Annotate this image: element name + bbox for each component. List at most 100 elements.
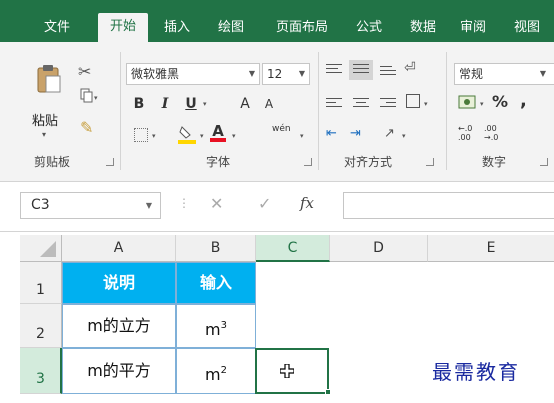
font-launcher-icon[interactable] (304, 158, 312, 166)
cut-icon[interactable]: ✂ (78, 62, 91, 81)
tab-review[interactable]: 审阅 (448, 14, 498, 42)
ribbon-tab-bar: 文件 开始 插入 绘图 页面布局 公式 数据 审阅 视图 (0, 0, 554, 42)
merge-dropdown-icon[interactable]: ▾ (424, 100, 428, 108)
chevron-down-icon: ▼ (248, 69, 255, 78)
column-header-a[interactable]: A (62, 235, 176, 262)
table-cell[interactable]: m的立方 (62, 304, 176, 348)
table-header-cell[interactable]: 输入 (176, 262, 256, 304)
row-header-2[interactable]: 2 (20, 304, 62, 348)
fill-dropdown-icon[interactable]: ▾ (200, 132, 204, 140)
align-middle-icon[interactable] (353, 64, 369, 76)
shrink-font-button[interactable]: A (260, 94, 278, 114)
chevron-down-icon: ▼ (298, 69, 305, 78)
ribbon: 粘贴 ▾ ✂ ▾ ✎ 剪贴板 微软雅黑 ▼ 12 ▼ B I U ▾ A A ▾… (0, 42, 554, 182)
chevron-down-icon: ▼ (539, 69, 546, 78)
increase-decimal-button[interactable]: ←.0 .00 (458, 124, 472, 142)
accounting-format-icon[interactable] (458, 94, 476, 110)
formula-bar-grip-icon: ⋮ (178, 196, 190, 210)
group-divider (318, 52, 319, 170)
align-left-icon[interactable] (326, 98, 342, 110)
cell-base-text: m (205, 365, 221, 384)
orientation-dropdown-icon[interactable]: ▾ (402, 132, 406, 140)
row-header-1[interactable]: 1 (20, 262, 62, 304)
cancel-icon[interactable]: ✕ (210, 194, 223, 213)
column-header-e[interactable]: E (428, 235, 554, 262)
group-divider (120, 52, 121, 170)
bold-button[interactable]: B (130, 94, 148, 114)
percent-button[interactable]: % (492, 92, 508, 111)
comma-button[interactable]: , (520, 90, 527, 111)
tab-file[interactable]: 文件 (32, 14, 82, 42)
select-all-button[interactable] (20, 235, 62, 262)
tab-view[interactable]: 视图 (502, 14, 552, 42)
insert-function-icon[interactable]: fx (300, 194, 314, 212)
tab-insert[interactable]: 插入 (152, 14, 202, 42)
copy-icon[interactable]: ▾ (80, 88, 98, 104)
font-group-label: 字体 (206, 155, 231, 169)
grow-font-button[interactable]: A (236, 94, 254, 114)
phonetic-dropdown-icon[interactable]: ▾ (300, 132, 304, 140)
borders-icon[interactable] (134, 128, 148, 142)
enter-icon[interactable]: ✓ (258, 194, 271, 213)
font-color-icon[interactable]: A (210, 122, 226, 144)
clipboard-group-label: 剪贴板 (34, 155, 71, 169)
paste-icon (36, 64, 62, 94)
formula-input[interactable] (343, 192, 554, 219)
borders-dropdown-icon[interactable]: ▾ (152, 132, 156, 140)
wrap-text-icon[interactable]: ⏎ (404, 60, 416, 76)
alignment-group-label: 对齐方式 (344, 155, 393, 169)
italic-button[interactable]: I (156, 94, 174, 114)
number-format-value: 常规 (459, 67, 484, 81)
table-cell[interactable]: m2 (176, 348, 256, 394)
column-header-d[interactable]: D (330, 235, 428, 262)
paste-dropdown-icon[interactable]: ▾ (42, 130, 46, 139)
svg-text:▾: ▾ (94, 94, 98, 102)
decrease-indent-icon[interactable]: ⇤ (326, 126, 337, 141)
cell-base-text: m (205, 320, 221, 339)
orientation-icon[interactable]: ↗ (384, 126, 395, 141)
paste-button[interactable]: 粘贴 (32, 110, 58, 129)
font-size-value: 12 (267, 67, 283, 81)
fill-handle[interactable] (325, 389, 331, 395)
chevron-down-icon[interactable]: ▼ (146, 193, 152, 218)
watermark-text: 最需教育 (432, 360, 520, 384)
table-header-cell[interactable]: 说明 (62, 262, 176, 304)
fill-color-icon[interactable] (178, 124, 196, 144)
accounting-dropdown-icon[interactable]: ▾ (480, 100, 484, 108)
alignment-launcher-icon[interactable] (426, 158, 434, 166)
align-center-icon[interactable] (353, 98, 369, 110)
cell-exponent: 2 (220, 365, 227, 376)
font-color-dropdown-icon[interactable]: ▾ (232, 132, 236, 140)
tab-page-layout[interactable]: 页面布局 (260, 14, 344, 42)
phonetic-icon[interactable]: wén (272, 124, 291, 134)
decrease-decimal-button[interactable]: .00 →.0 (484, 124, 498, 142)
table-cell[interactable]: m3 (176, 304, 256, 348)
cell-exponent: 3 (220, 320, 227, 331)
underline-button[interactable]: U (182, 94, 200, 114)
tab-draw[interactable]: 绘图 (206, 14, 256, 42)
align-right-icon[interactable] (380, 98, 396, 110)
tab-formulas[interactable]: 公式 (344, 14, 394, 42)
align-bottom-icon[interactable] (380, 66, 396, 78)
font-size-combo[interactable]: 12 ▼ (262, 63, 310, 85)
font-name-combo[interactable]: 微软雅黑 ▼ (126, 63, 260, 85)
increase-indent-icon[interactable]: ⇥ (350, 126, 361, 141)
tab-data[interactable]: 数据 (398, 14, 448, 42)
row-header-3[interactable]: 3 (20, 348, 62, 394)
tab-home[interactable]: 开始 (98, 13, 148, 42)
name-box-value: C3 (31, 197, 50, 213)
font-name-value: 微软雅黑 (131, 67, 180, 81)
number-format-combo[interactable]: 常规 ▼ (454, 63, 554, 85)
underline-dropdown-icon[interactable]: ▾ (203, 100, 207, 108)
table-cell[interactable]: m的平方 (62, 348, 176, 394)
align-top-icon[interactable] (326, 64, 342, 76)
cell-cursor-icon (279, 363, 295, 379)
number-group-label: 数字 (482, 155, 507, 169)
clipboard-launcher-icon[interactable] (106, 158, 114, 166)
column-header-c[interactable]: C (256, 235, 330, 262)
merge-center-icon[interactable] (406, 94, 420, 108)
column-header-b[interactable]: B (176, 235, 256, 262)
name-box[interactable]: C3 ▼ (20, 192, 161, 219)
number-launcher-icon[interactable] (540, 158, 548, 166)
format-painter-icon[interactable]: ✎ (80, 118, 93, 137)
